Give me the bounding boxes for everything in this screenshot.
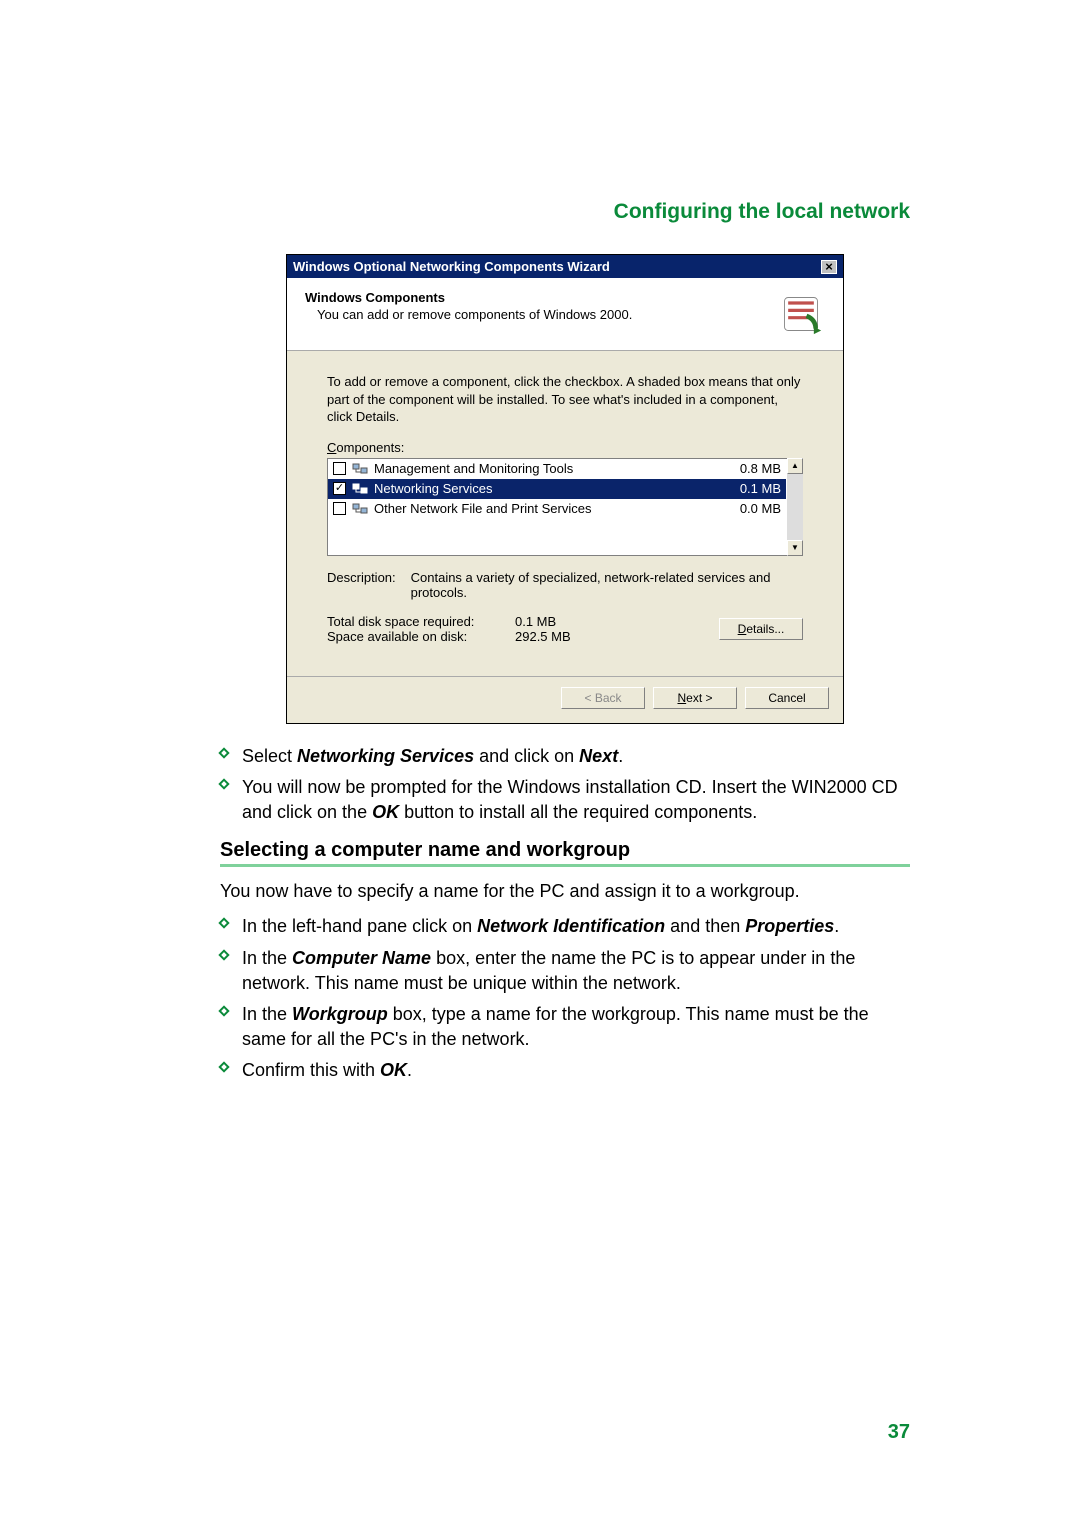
component-icon <box>352 481 368 497</box>
body-paragraph: You now have to specify a name for the P… <box>220 879 910 904</box>
list-item-label: Networking Services <box>374 481 709 496</box>
bullet-icon <box>218 918 229 929</box>
checkbox-icon[interactable] <box>333 482 346 495</box>
scroll-up-icon[interactable]: ▲ <box>787 458 803 474</box>
close-icon[interactable]: × <box>821 260 837 274</box>
dialog-titlebar: Windows Optional Networking Components W… <box>287 255 843 278</box>
list-item[interactable]: Networking Services 0.1 MB <box>328 479 786 499</box>
dialog-subheading: You can add or remove components of Wind… <box>317 307 767 322</box>
next-button[interactable]: Next > <box>653 687 737 709</box>
checkbox-icon[interactable] <box>333 462 346 475</box>
bullet-icon <box>218 1062 229 1073</box>
description-row: Description: Contains a variety of speci… <box>327 570 803 600</box>
checkbox-icon[interactable] <box>333 502 346 515</box>
component-icon <box>352 461 368 477</box>
details-button[interactable]: Details... <box>719 618 803 640</box>
bullet-list-1: Select Networking Services and click on … <box>220 744 910 826</box>
page-header: Configuring the local network <box>220 200 910 224</box>
dialog-header: Windows Components You can add or remove… <box>287 278 843 351</box>
back-button: < Back <box>561 687 645 709</box>
dialog-title: Windows Optional Networking Components W… <box>293 259 610 274</box>
list-item-label: Management and Monitoring Tools <box>374 461 709 476</box>
list-item-size: 0.8 MB <box>715 461 781 476</box>
disk-stats: Total disk space required:0.1 MB Space a… <box>327 614 571 644</box>
bullet-icon <box>218 1005 229 1016</box>
component-icon <box>352 501 368 517</box>
section-rule <box>220 864 910 867</box>
dialog-heading: Windows Components <box>305 290 767 305</box>
wizard-icon <box>777 290 825 338</box>
list-item-label: Other Network File and Print Services <box>374 501 709 516</box>
section-heading: Selecting a computer name and workgroup <box>220 839 910 862</box>
list-item[interactable]: Management and Monitoring Tools 0.8 MB <box>328 459 786 479</box>
list-item-size: 0.0 MB <box>715 501 781 516</box>
cancel-button[interactable]: Cancel <box>745 687 829 709</box>
bullet-icon <box>218 747 229 758</box>
scroll-down-icon[interactable]: ▼ <box>787 540 803 556</box>
components-label: Components: <box>327 440 803 455</box>
bullet-icon <box>218 778 229 789</box>
wizard-dialog: Windows Optional Networking Components W… <box>286 254 844 724</box>
dialog-hint: To add or remove a component, click the … <box>327 373 803 426</box>
bullet-list-2: In the left-hand pane click on Network I… <box>220 914 910 1083</box>
list-item-size: 0.1 MB <box>715 481 781 496</box>
page-number: 37 <box>888 1421 910 1444</box>
components-listbox[interactable]: Management and Monitoring Tools 0.8 MB N… <box>327 458 803 556</box>
list-item[interactable]: Other Network File and Print Services 0.… <box>328 499 786 519</box>
bullet-icon <box>218 949 229 960</box>
scrollbar[interactable]: ▲ ▼ <box>787 458 803 556</box>
